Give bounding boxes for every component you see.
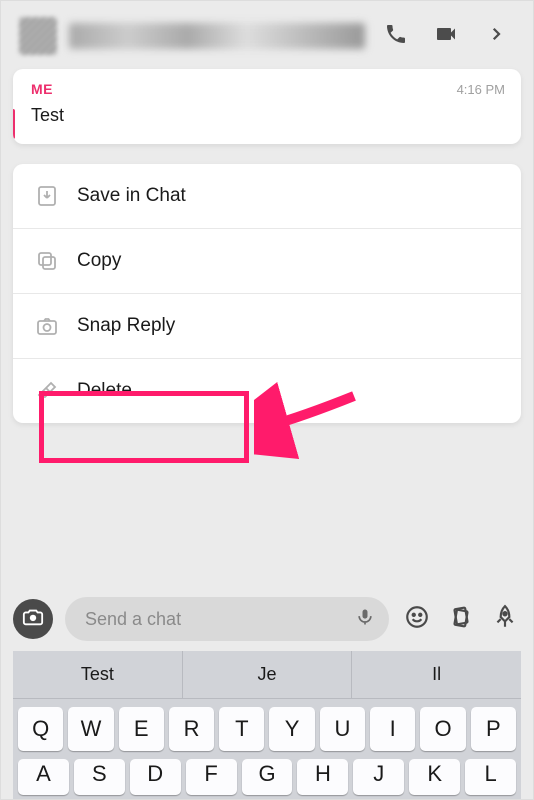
keyboard-row: Q W E R T Y U I O P	[13, 699, 521, 751]
emoji-button[interactable]	[401, 604, 433, 635]
key[interactable]: S	[74, 759, 125, 795]
key[interactable]: H	[297, 759, 348, 795]
keyboard-suggestions: Test Je Il	[13, 651, 521, 699]
video-call-button[interactable]	[427, 17, 465, 55]
suggestion[interactable]: Je	[183, 651, 353, 698]
menu-label: Save in Chat	[77, 185, 186, 207]
key[interactable]: D	[130, 759, 181, 795]
key[interactable]: J	[353, 759, 404, 795]
menu-label: Copy	[77, 250, 121, 272]
key[interactable]: I	[370, 707, 415, 751]
voice-call-button[interactable]	[377, 17, 415, 55]
keyboard-row: A S D F G H J K L	[13, 751, 521, 795]
chevron-right-icon	[487, 25, 505, 48]
key[interactable]: A	[18, 759, 69, 795]
more-button[interactable]	[477, 17, 515, 55]
menu-copy[interactable]: Copy	[13, 229, 521, 294]
key[interactable]: T	[219, 707, 264, 751]
key[interactable]: L	[465, 759, 516, 795]
message-composer: Send a chat	[13, 597, 521, 641]
copy-icon	[35, 249, 59, 273]
key[interactable]: Y	[269, 707, 314, 751]
key[interactable]: U	[320, 707, 365, 751]
keyboard: Test Je Il Q W E R T Y U I O P A S D F G…	[13, 651, 521, 799]
video-icon	[434, 22, 458, 51]
key[interactable]: E	[119, 707, 164, 751]
key[interactable]: R	[169, 707, 214, 751]
microphone-icon[interactable]	[355, 607, 375, 632]
menu-delete[interactable]: Delete	[13, 359, 521, 423]
suggestion[interactable]: Il	[352, 651, 521, 698]
stickers-button[interactable]	[445, 604, 477, 635]
contact-name-obscured[interactable]	[69, 23, 365, 49]
camera-icon	[35, 314, 59, 338]
chat-header	[13, 13, 521, 69]
key[interactable]: O	[420, 707, 465, 751]
key[interactable]: P	[471, 707, 516, 751]
eraser-icon	[35, 379, 59, 403]
key[interactable]: W	[68, 707, 113, 751]
menu-label: Delete	[77, 380, 132, 402]
rocket-button[interactable]	[489, 604, 521, 635]
cards-icon	[448, 604, 474, 635]
rocket-icon	[492, 604, 518, 635]
message-sender: ME	[31, 81, 53, 97]
avatar[interactable]	[19, 17, 57, 55]
key[interactable]: K	[409, 759, 460, 795]
suggestion[interactable]: Test	[13, 651, 183, 698]
message-timestamp: 4:16 PM	[457, 82, 505, 97]
message-card[interactable]: ME 4:16 PM Test	[13, 69, 521, 144]
phone-icon	[384, 22, 408, 51]
menu-snap-reply[interactable]: Snap Reply	[13, 294, 521, 359]
key[interactable]: G	[242, 759, 293, 795]
menu-save-in-chat[interactable]: Save in Chat	[13, 164, 521, 229]
chat-placeholder: Send a chat	[85, 609, 181, 630]
chat-input[interactable]: Send a chat	[65, 597, 389, 641]
save-icon	[35, 184, 59, 208]
key[interactable]: Q	[18, 707, 63, 751]
smile-icon	[404, 604, 430, 635]
message-body: Test	[31, 105, 505, 126]
menu-label: Snap Reply	[77, 315, 175, 337]
context-menu: Save in Chat Copy Snap Reply Delete	[13, 164, 521, 423]
camera-icon	[22, 606, 44, 633]
key[interactable]: F	[186, 759, 237, 795]
camera-button[interactable]	[13, 599, 53, 639]
